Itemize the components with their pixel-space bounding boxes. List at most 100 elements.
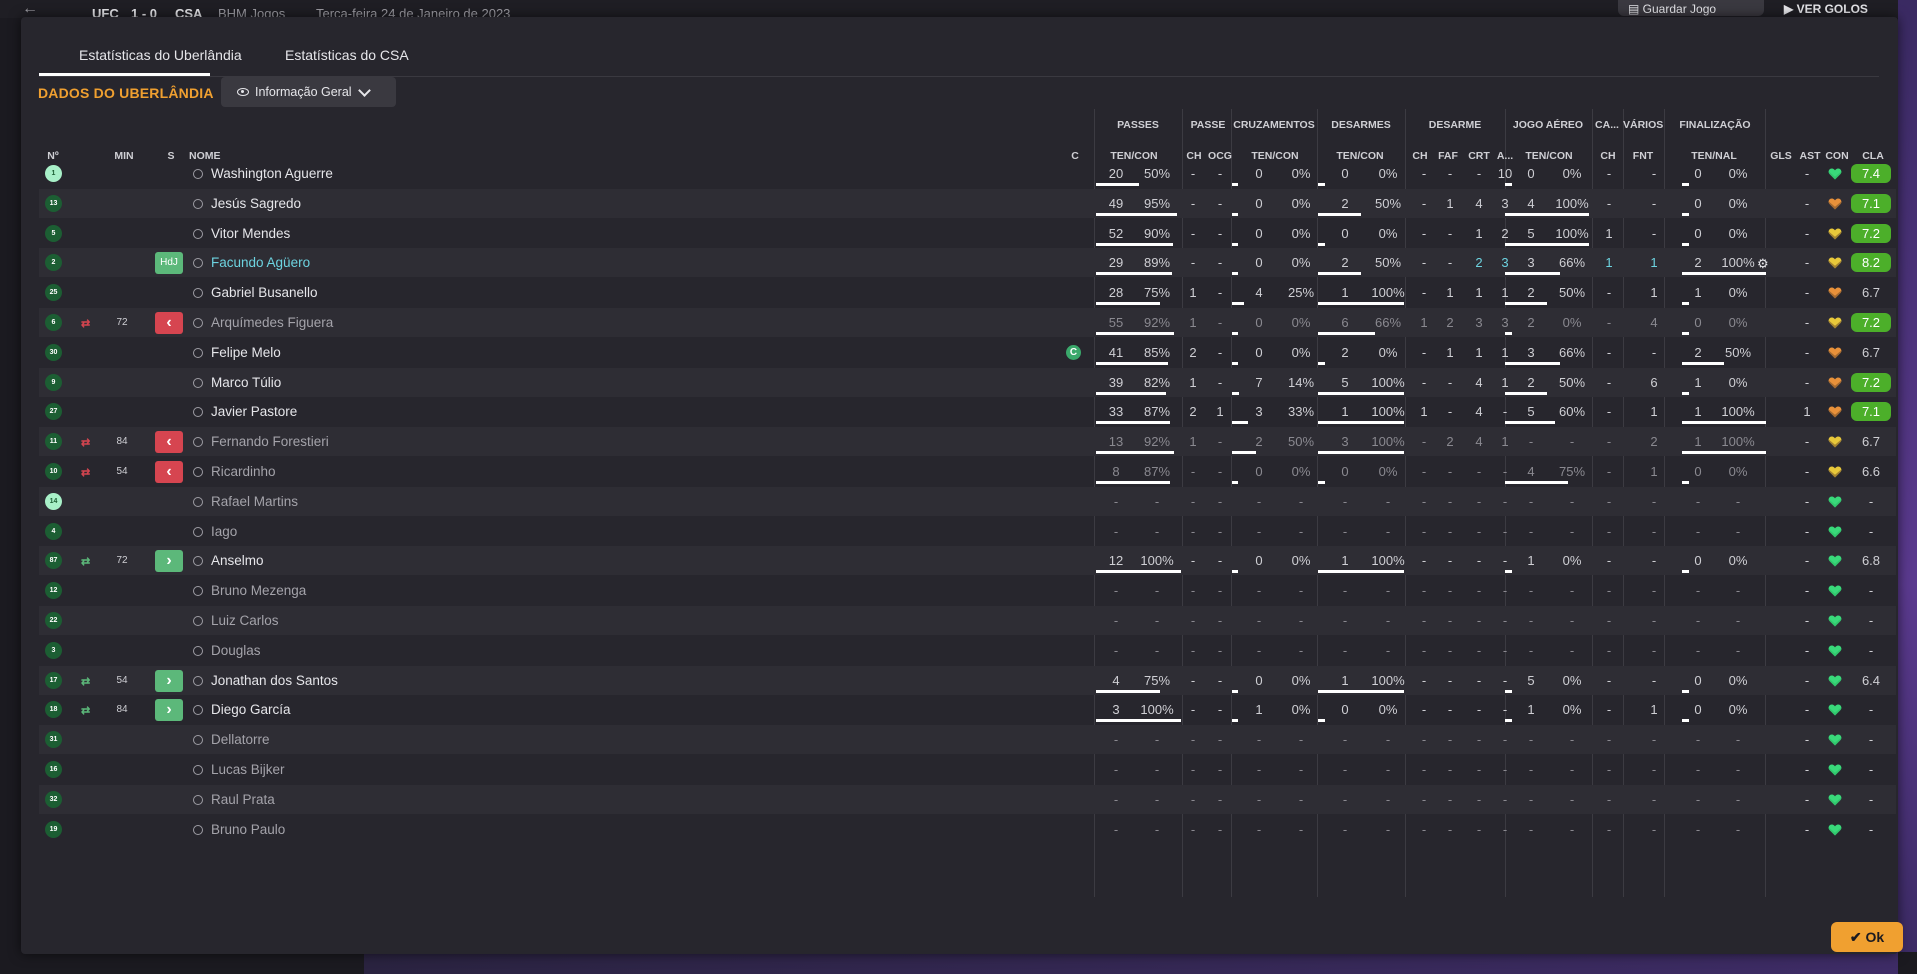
player-name[interactable]: Bruno Paulo [211, 815, 285, 844]
table-row[interactable]: 14 Rafael Martins - - - - - - - - - - - - - - - - - - - - [39, 486, 1896, 516]
table-row[interactable]: 9 Marco Túlio 39 82% 1-7 14% 5 100% - -4 1 2 50% -6 1 0… [39, 367, 1896, 397]
table-row[interactable]: 3 Douglas - - - - - - - - - - - - - - - - - - - - [39, 636, 1896, 665]
shots-on-target: 0% [1728, 315, 1748, 330]
crosses-attempted: 0 [1255, 195, 1263, 211]
table-row[interactable]: 17 ⇄ 54 › Jonathan dos Santos 4 75% - -0 0% 1 100% -… [39, 665, 1896, 695]
player-name[interactable]: Felipe Melo [211, 338, 281, 367]
player-name[interactable]: Ricardinho [211, 457, 276, 486]
condition-heart-icon [1828, 227, 1842, 241]
table-row[interactable]: 2 HdJ Facundo Agüero 29 89% - -0 0% 2 50% - -2 3 3 66%… [39, 248, 1896, 278]
player-name[interactable]: Jesús Sagredo [211, 189, 301, 218]
shots-on-target: 0% [1728, 225, 1748, 241]
condition-heart-icon [1828, 763, 1842, 777]
player-name[interactable]: Javier Pastore [211, 397, 297, 426]
tackles-completion-bar [1318, 183, 1325, 186]
shots-attempted: - [1695, 791, 1701, 807]
substitution-minute: 54 [116, 674, 128, 686]
player-name[interactable]: Iago [211, 517, 237, 546]
player-rating: - [1868, 613, 1874, 628]
tab-uberlandia-stats[interactable]: Estatísticas do Uberlândia [79, 47, 242, 63]
assists: - [1804, 553, 1810, 569]
table-row[interactable]: 25 Gabriel Busanello 28 75% 1-4 25% 1 100% -1 1 1 2… [39, 278, 1896, 307]
table-row[interactable]: 6 ⇄ 72 ‹ Arquímedes Figuera 55 92% 1-0 0% 6 66% 1 2 3… [39, 308, 1896, 337]
player-name[interactable]: Arquímedes Figuera [211, 308, 333, 337]
back-icon[interactable]: ← [22, 0, 38, 18]
view-select[interactable]: Informação Geral [221, 77, 396, 107]
shirt-number-badge: 17 [45, 671, 62, 689]
table-row[interactable]: 1 Washington Aguerre 20 50% - -0 0% 0 0% - - -10 0 0%… [39, 159, 1896, 188]
player-name[interactable]: Douglas [211, 636, 261, 665]
table-row[interactable]: 27 Javier Pastore 33 87% 2 1 3 33% 1 100% 1-4-5 60%… [39, 397, 1896, 426]
player-name[interactable]: Diego García [211, 695, 291, 724]
table-row[interactable]: 22 Luiz Carlos - - - - - - - - - - - - - - - - - - - - [39, 606, 1896, 635]
shots-on-target-bar [1682, 451, 1766, 455]
shots-attempted: - [1695, 523, 1701, 539]
player-name[interactable]: Luiz Carlos [211, 606, 279, 635]
tackles-completion-bar [1318, 719, 1325, 723]
table-row[interactable]: 19 Bruno Paulo - - - - - - - - - - - - - - - - - - - - [39, 815, 1896, 844]
save-match-button[interactable]: ▤ Guardar Jogo [1618, 0, 1764, 16]
player-name[interactable]: Vitor Mendes [211, 219, 290, 248]
shirt-number-badge: 30 [45, 343, 62, 361]
table-row[interactable]: 16 Lucas Bijker - - - - - - - - - - - - - - - - - - - - [39, 755, 1896, 784]
table-row[interactable]: 10 ⇄ 54 ‹ Ricardinho 8 87% - -0 0% 0 0% - - - -4 75% -1 0 0… [39, 457, 1896, 486]
sub-on-chevron-icon[interactable]: › [155, 550, 183, 573]
table-row[interactable]: 12 Bruno Mezenga - - - - - - - - - - - - - - - - - - - - [39, 576, 1896, 605]
pass-ocg: - [1217, 374, 1223, 390]
headers-completion: - [1569, 821, 1575, 837]
crosses-attempted: 7 [1255, 374, 1263, 390]
ca-ch: - [1606, 762, 1612, 777]
sub-off-chevron-icon[interactable]: ‹ [155, 461, 183, 483]
headers-completion: 0% [1562, 702, 1582, 718]
player-profile-icon [193, 169, 203, 179]
passes-completion-bar [1096, 689, 1160, 693]
ca-ch: - [1606, 583, 1612, 599]
player-name[interactable]: Rafael Martins [211, 487, 298, 516]
view-goals-button[interactable]: ▶ VER GOLOS [1774, 0, 1892, 16]
sub-on-chevron-icon[interactable]: › [155, 699, 183, 722]
table-row[interactable]: 13 Jesús Sagredo 49 95% - -0 0% 2 50% -1 4 3 4 100% - -… [39, 188, 1896, 218]
shots-on-target-bar [1682, 481, 1689, 484]
group-header-varios: VÁRIOS [1623, 119, 1663, 131]
headers-completion: - [1569, 732, 1575, 748]
player-name[interactable]: Fernando Forestieri [211, 427, 329, 456]
crosses-completion: - [1298, 821, 1304, 837]
player-name[interactable]: Jonathan dos Santos [211, 666, 338, 695]
table-row[interactable]: 31 Dellatorre - - - - - - - - - - - - - - - - - - - - [39, 725, 1896, 755]
table-row[interactable]: 4 Iago - - - - - - - - - - - - - - - - - - - - [39, 517, 1896, 546]
sub-off-chevron-icon[interactable]: ‹ [155, 312, 183, 334]
tackle-faf: - [1447, 791, 1453, 807]
player-name[interactable]: Anselmo [211, 546, 264, 575]
tackles-completion: - [1385, 583, 1391, 599]
tackle-ch: - [1421, 255, 1427, 271]
crosses-completion: - [1298, 762, 1304, 777]
crosses-attempted: 1 [1255, 702, 1263, 718]
ok-button[interactable]: ✔ Ok [1831, 922, 1903, 952]
sub-on-chevron-icon[interactable]: › [155, 669, 183, 692]
tackles-completion: - [1385, 732, 1391, 748]
tackle-crt: - [1476, 613, 1482, 628]
condition-heart-icon [1828, 554, 1842, 568]
player-name[interactable]: Lucas Bijker [211, 755, 285, 784]
tab-csa-stats[interactable]: Estatísticas do CSA [285, 47, 409, 63]
player-name[interactable]: Bruno Mezenga [211, 576, 306, 605]
table-row[interactable]: 5 Vitor Mendes 52 90% - -0 0% 0 0% - -1 2 5 100% 1-0 0%… [39, 219, 1896, 248]
player-rating: 7.1 [1851, 402, 1891, 422]
shots-on-target: - [1735, 791, 1741, 807]
table-row[interactable]: 87 ⇄ 72 › Anselmo 12 100% - -0 0% 1 100% - - - -1 0% - -0 0… [39, 546, 1896, 576]
table-row[interactable]: 32 Raul Prata - - - - - - - - - - - - - - - - - - - - [39, 784, 1896, 814]
player-name[interactable]: Gabriel Busanello [211, 278, 318, 307]
table-row[interactable]: 30 Felipe Melo C 41 85% 2-0 0% 2 0% -1 1 1 3 66% - -2 50… [39, 338, 1896, 367]
table-row[interactable]: 11 ⇄ 84 ‹ Fernando Forestieri 13 92% 1-2 50% 3 100… [39, 427, 1896, 457]
crosses-completion: 0% [1291, 195, 1311, 211]
player-name[interactable]: Washington Aguerre [211, 159, 333, 188]
crosses-attempted: - [1256, 613, 1262, 628]
player-name[interactable]: Dellatorre [211, 725, 270, 754]
headers-completion-bar [1505, 391, 1547, 395]
player-name[interactable]: Marco Túlio [211, 368, 281, 397]
player-name[interactable]: Facundo Agüero [211, 248, 310, 277]
condition-heart-icon [1828, 674, 1842, 688]
player-name[interactable]: Raul Prata [211, 785, 275, 814]
sub-off-chevron-icon[interactable]: ‹ [155, 431, 183, 454]
table-row[interactable]: 18 ⇄ 84 › Diego García 3 100% - -1 0% 0 0% - - - -1 0% -1… [39, 695, 1896, 724]
